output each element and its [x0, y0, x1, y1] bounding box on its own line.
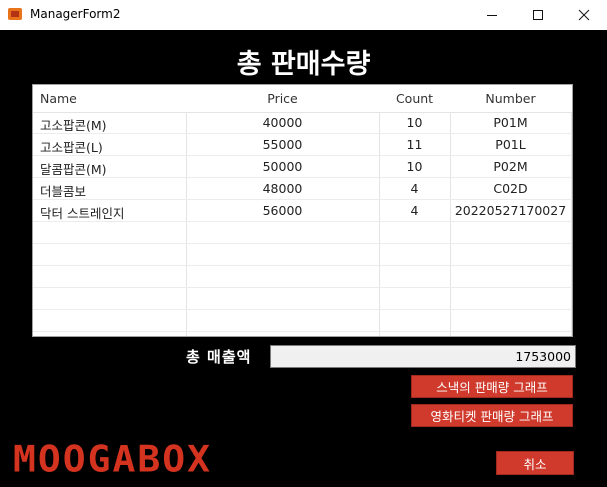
cell-number: P01L: [495, 137, 526, 152]
cell-count: 10: [406, 115, 423, 130]
table-row[interactable]: 고소팝콘(L) 55000 11 P01L: [33, 134, 572, 156]
sales-data-grid[interactable]: Name Price Count Number 고소팝콘(M) 40000 10…: [32, 84, 573, 337]
close-icon: [578, 9, 590, 21]
cancel-button[interactable]: 취소: [496, 451, 574, 475]
close-button[interactable]: [561, 0, 607, 30]
cell-name: 더블콤보: [40, 184, 87, 199]
cell-name: 고소팝콘(M): [40, 118, 107, 133]
minimize-button[interactable]: [469, 0, 515, 30]
maximize-button[interactable]: [515, 0, 561, 30]
table-row[interactable]: 달콤팝콘(M) 50000 10 P02M: [33, 156, 572, 178]
column-header-count[interactable]: Count: [379, 91, 450, 106]
cell-number: P01M: [493, 115, 528, 130]
table-row[interactable]: 닥터 스트레인지 56000 4 20220527170027: [33, 200, 572, 222]
snack-graph-button[interactable]: 스낵의 판매량 그래프: [411, 375, 573, 398]
empty-row: [33, 222, 572, 244]
total-sales-label: 총 매출액: [186, 348, 252, 366]
cell-count: 10: [406, 159, 423, 174]
page-title: 총 판매수량: [236, 49, 371, 80]
window-titlebar: ManagerForm2: [0, 0, 607, 30]
cell-number: C02D: [493, 181, 528, 196]
minimize-icon: [487, 15, 497, 16]
window-title: ManagerForm2: [30, 7, 121, 21]
cell-price: 40000: [262, 115, 303, 130]
column-header-name[interactable]: Name: [40, 91, 77, 106]
cell-price: 50000: [262, 159, 303, 174]
app-icon: [8, 8, 22, 20]
cell-count: 4: [410, 181, 419, 196]
cell-price: 55000: [262, 137, 303, 152]
table-row[interactable]: 고소팝콘(M) 40000 10 P01M: [33, 112, 572, 134]
cell-name: 달콤팝콘(M): [40, 162, 107, 177]
empty-row: [33, 310, 572, 332]
cell-number: P02M: [493, 159, 528, 174]
total-sales-field[interactable]: 1753000: [270, 345, 576, 368]
empty-row: [33, 266, 572, 288]
cell-price: 56000: [262, 203, 303, 218]
cell-name: 닥터 스트레인지: [40, 206, 125, 221]
cell-price: 48000: [262, 181, 303, 196]
empty-row: [33, 244, 572, 266]
cell-count: 4: [410, 203, 419, 218]
table-row[interactable]: 더블콤보 48000 4 C02D: [33, 178, 572, 200]
cell-name: 고소팝콘(L): [40, 140, 103, 155]
cell-number: 20220527170027: [454, 203, 567, 218]
maximize-icon: [533, 10, 543, 20]
moogabox-logo: MOOGABOX: [13, 438, 213, 480]
empty-row: [33, 288, 572, 310]
grid-header: Name Price Count Number: [33, 85, 572, 113]
ticket-graph-button[interactable]: 영화티켓 판매량 그래프: [411, 404, 573, 427]
column-header-price[interactable]: Price: [186, 91, 379, 106]
cell-count: 11: [406, 137, 423, 152]
column-header-number[interactable]: Number: [450, 91, 571, 106]
